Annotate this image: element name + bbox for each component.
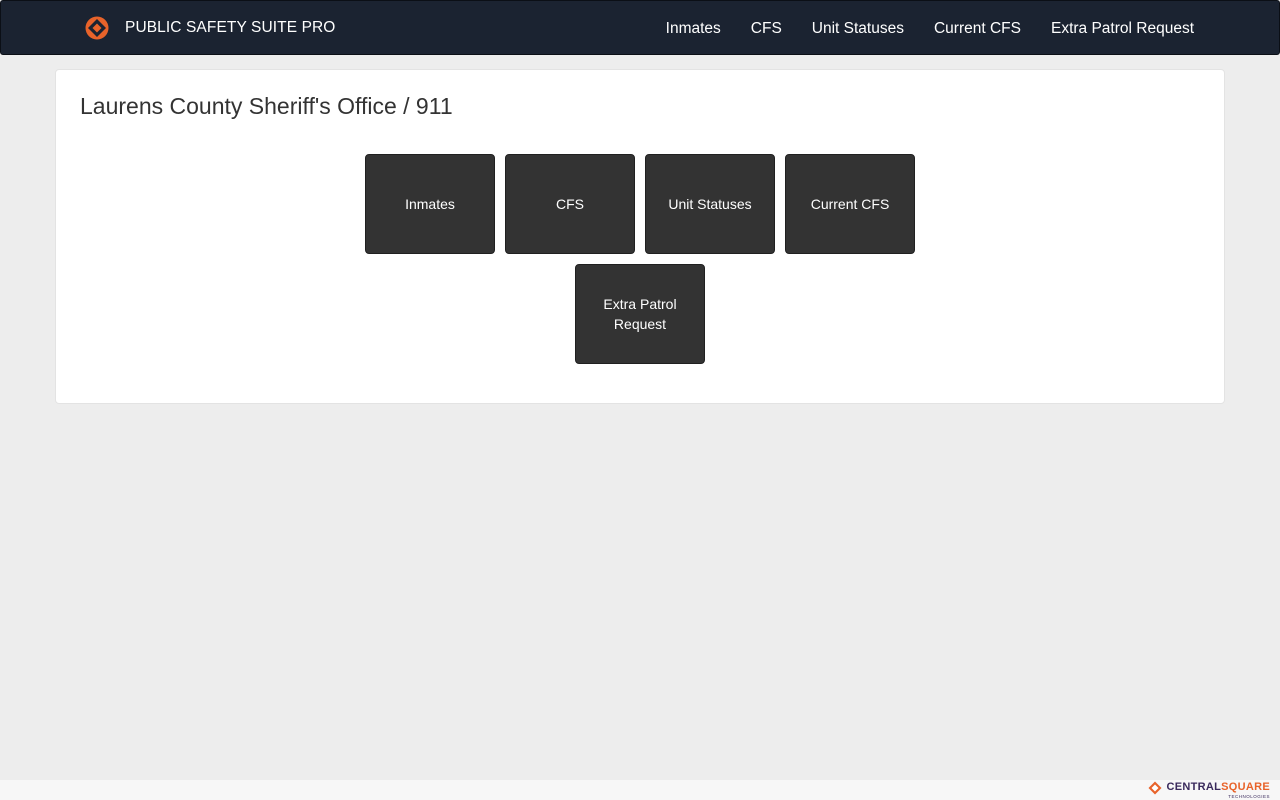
footer-logo: CENTRALSQUARE TECHNOLOGIES [1148,780,1270,800]
tile-current-cfs[interactable]: Current CFS [785,154,915,254]
footer-logo-sub: TECHNOLOGIES [1228,794,1270,799]
footer-logo-name: CENTRALSQUARE [1166,781,1270,793]
brand[interactable]: PUBLIC SAFETY SUITE PRO [85,15,335,41]
tile-cfs[interactable]: CFS [505,154,635,254]
footer: CENTRALSQUARE TECHNOLOGIES [0,780,1280,800]
nav-link-cfs[interactable]: CFS [751,1,782,56]
top-navbar: PUBLIC SAFETY SUITE PRO Inmates CFS Unit… [0,0,1280,55]
centralsquare-logo-icon [1148,781,1162,795]
nav-link-inmates[interactable]: Inmates [666,1,721,56]
brand-title: PUBLIC SAFETY SUITE PRO [125,19,336,36]
diamond-logo-icon [85,16,109,40]
main-panel: Laurens County Sheriff's Office / 911 In… [55,69,1225,404]
tile-unit-statuses[interactable]: Unit Statuses [645,154,775,254]
tile-extra-patrol-request[interactable]: Extra Patrol Request [575,264,705,364]
nav-link-unit-statuses[interactable]: Unit Statuses [812,1,904,56]
nav-link-extra-patrol-request[interactable]: Extra Patrol Request [1051,1,1194,56]
nav-link-current-cfs[interactable]: Current CFS [934,1,1021,56]
page-title: Laurens County Sheriff's Office / 911 [80,93,453,119]
tile-inmates[interactable]: Inmates [365,154,495,254]
nav-links: Inmates CFS Unit Statuses Current CFS Ex… [666,1,1194,56]
